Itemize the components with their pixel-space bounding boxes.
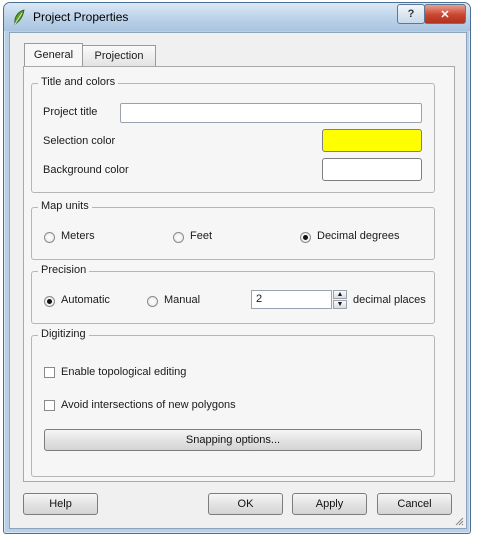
ok-button[interactable]: OK <box>208 493 283 515</box>
qgis-leaf-icon <box>14 9 25 25</box>
snapping-options-label: Snapping options... <box>185 434 281 446</box>
topological-editing-label: Enable topological editing <box>61 366 187 378</box>
spin-down-icon[interactable]: ▼ <box>333 300 347 309</box>
project-title-input[interactable] <box>120 103 422 123</box>
tab-projection[interactable]: Projection <box>82 45 156 66</box>
decimal-places-spinbox[interactable]: 2 ▲ ▼ <box>251 290 347 309</box>
background-color-label: Background color <box>43 164 129 176</box>
meters-label: Meters <box>61 230 95 242</box>
help-button[interactable]: Help <box>23 493 98 515</box>
selection-color-label: Selection color <box>43 135 116 147</box>
tab-projection-label: Projection <box>94 50 144 62</box>
title-close-button[interactable]: ✕ <box>424 4 466 24</box>
topological-editing-checkbox[interactable] <box>44 367 55 378</box>
manual-radio[interactable] <box>147 296 158 307</box>
help-icon: ? <box>407 8 415 20</box>
snapping-options-button[interactable]: Snapping options... <box>44 429 422 451</box>
manual-label: Manual <box>164 294 201 306</box>
project-properties-dialog: Project Properties ? ✕ General Projectio… <box>3 2 471 534</box>
title-colors-group: Title and colors Project title Selection… <box>31 76 435 193</box>
cancel-button[interactable]: Cancel <box>377 493 452 515</box>
close-icon: ✕ <box>440 8 450 21</box>
cancel-button-label: Cancel <box>397 498 432 510</box>
precision-group: Precision Automatic Manual 2 ▲ ▼ decimal… <box>31 264 435 324</box>
apply-button[interactable]: Apply <box>292 493 367 515</box>
title-bar[interactable]: Project Properties ? ✕ <box>4 3 470 31</box>
background-color-button[interactable] <box>322 158 422 181</box>
automatic-label: Automatic <box>61 294 110 306</box>
decimal-degrees-label: Decimal degrees <box>317 230 400 242</box>
group-title: Map units <box>38 200 92 212</box>
dialog-body: General Projection Title and colors Proj… <box>9 32 467 529</box>
group-title: Digitizing <box>38 328 89 340</box>
avoid-intersections-label: Avoid intersections of new polygons <box>61 399 236 411</box>
map-units-group: Map units Meters Feet Decimal degrees <box>31 200 435 260</box>
feet-radio[interactable] <box>173 232 184 243</box>
avoid-intersections-checkbox[interactable] <box>44 400 55 411</box>
automatic-radio[interactable] <box>44 296 55 307</box>
decimal-places-label: decimal places <box>353 294 426 306</box>
decimal-degrees-radio[interactable] <box>300 232 311 243</box>
tab-general[interactable]: General <box>24 43 83 66</box>
spin-up-icon[interactable]: ▲ <box>333 290 347 299</box>
group-title: Title and colors <box>38 76 119 88</box>
title-help-button[interactable]: ? <box>397 4 425 24</box>
general-tab-panel: Title and colors Project title Selection… <box>23 66 455 482</box>
group-title: Precision <box>38 264 90 276</box>
decimal-places-input[interactable]: 2 <box>251 290 332 309</box>
help-button-label: Help <box>49 498 72 510</box>
project-title-label: Project title <box>43 106 98 118</box>
selection-color-button[interactable] <box>322 129 422 152</box>
resize-grip-icon[interactable] <box>454 516 464 526</box>
ok-button-label: OK <box>237 498 254 510</box>
meters-radio[interactable] <box>44 232 55 243</box>
feet-label: Feet <box>190 230 213 242</box>
digitizing-group: Digitizing Enable topological editing Av… <box>31 328 435 477</box>
window-title: Project Properties <box>33 10 129 24</box>
tab-general-label: General <box>33 49 74 61</box>
apply-button-label: Apply <box>315 498 344 510</box>
